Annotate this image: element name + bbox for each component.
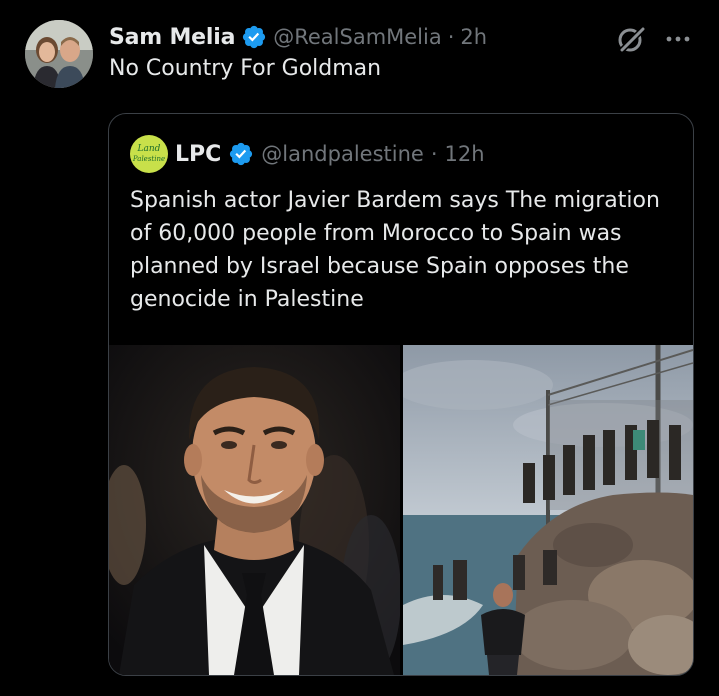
author-name[interactable]: Sam Melia xyxy=(109,25,235,50)
grok-icon[interactable] xyxy=(616,24,646,54)
quoted-post-text: Spanish actor Javier Bardem says The mig… xyxy=(130,188,660,312)
quoted-post-header: Land Palestine LPC @landpalestine · 12h xyxy=(130,135,485,173)
quoted-timestamp[interactable]: 12h xyxy=(445,142,485,166)
separator-dot: · xyxy=(447,25,455,49)
svg-text:Palestine: Palestine xyxy=(132,155,165,163)
timestamp[interactable]: 2h xyxy=(460,25,487,49)
media-photo-migration[interactable] xyxy=(403,345,693,675)
verified-badge-icon[interactable] xyxy=(228,141,254,167)
more-options-icon[interactable] xyxy=(664,34,692,44)
quoted-author-name[interactable]: LPC xyxy=(175,142,221,167)
author-handle[interactable]: @RealSamMelia xyxy=(273,25,442,49)
verified-badge-icon[interactable] xyxy=(241,24,267,50)
quoted-avatar[interactable]: Land Palestine xyxy=(130,135,168,173)
quoted-author-handle[interactable]: @landpalestine xyxy=(261,142,424,166)
post-header: Sam Melia @RealSamMelia · 2h xyxy=(109,20,487,54)
svg-text:Land: Land xyxy=(137,144,161,154)
photo-man-smiling-icon xyxy=(109,345,400,675)
separator-dot: · xyxy=(430,142,438,166)
quoted-post[interactable]: Land Palestine LPC @landpalestine · 12h … xyxy=(108,113,694,676)
avatar[interactable] xyxy=(25,20,93,88)
photo-people-climbing-rocks-icon xyxy=(403,345,693,675)
land-palestine-logo-icon: Land Palestine xyxy=(130,142,168,164)
post-text: No Country For Goldman xyxy=(109,56,382,81)
profile-photo-icon xyxy=(25,20,93,88)
media-photo-portrait[interactable] xyxy=(109,345,400,675)
